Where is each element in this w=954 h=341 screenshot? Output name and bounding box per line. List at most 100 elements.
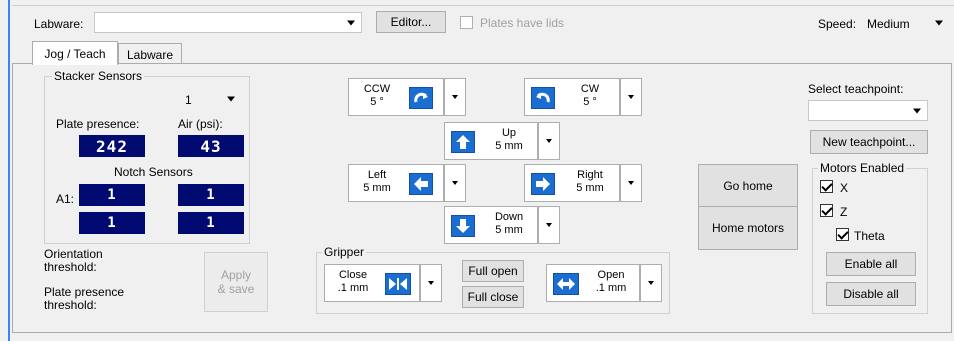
plates-have-lids-checkbox[interactable] <box>460 16 473 29</box>
chevron-down-icon <box>648 281 654 285</box>
ccw-button[interactable]: CCW 5 ° <box>348 78 444 116</box>
rotate-ccw-icon <box>409 87 433 109</box>
plate-presence-label: Plate presence: <box>56 117 140 131</box>
gripper-legend: Gripper <box>322 245 367 259</box>
a1-label: A1: <box>56 192 75 206</box>
cw-button[interactable]: CW 5 ° <box>524 78 620 116</box>
orientation-threshold-label: Orientation threshold: <box>44 247 103 274</box>
down-step: 5 mm <box>495 224 523 236</box>
motor-z-label: Z <box>840 205 848 219</box>
top-divider <box>12 5 954 6</box>
up-button[interactable]: Up 5 mm <box>444 122 538 160</box>
cw-step-dropdown[interactable] <box>620 78 642 116</box>
full-open-button[interactable]: Full open <box>462 260 524 282</box>
notch-sensors-label: Notch Sensors <box>114 165 193 179</box>
tab-jog-teach-label: Jog / Teach <box>44 46 106 61</box>
right-step-dropdown[interactable] <box>620 164 642 202</box>
cw-step: 5 ° <box>583 96 597 108</box>
ccw-label: CCW <box>363 83 391 95</box>
stacker-sensors-legend: Stacker Sensors <box>52 69 145 83</box>
rotate-cw-icon <box>531 87 555 109</box>
gripper-open-step: .1 mm <box>595 282 627 294</box>
check-icon <box>821 204 833 216</box>
ccw-step: 5 ° <box>370 96 384 108</box>
tab-jog-teach[interactable]: Jog / Teach <box>32 41 118 65</box>
stacker-select-value: 1 <box>185 93 192 107</box>
speed-select[interactable]: Medium <box>862 12 950 33</box>
up-step: 5 mm <box>495 140 523 152</box>
chevron-down-icon <box>546 139 552 143</box>
apply-save-button[interactable]: Apply & save <box>204 252 268 312</box>
right-step: 5 mm <box>576 182 604 194</box>
home-motors-button[interactable]: Home motors <box>698 206 798 250</box>
go-home-button[interactable]: Go home <box>698 164 798 208</box>
stacker-select[interactable]: 1 <box>178 88 242 109</box>
gripper-close-step-dropdown[interactable] <box>420 264 442 302</box>
chevron-down-icon <box>546 223 552 227</box>
cw-label: CW <box>580 83 600 95</box>
notch-sensor-display: 1 <box>79 212 145 234</box>
labware-label: Labware: <box>34 17 84 31</box>
gripper-close-button[interactable]: Close .1 mm <box>324 264 420 302</box>
gripper-close-step: .1 mm <box>337 282 369 294</box>
gripper-open-icon <box>553 273 579 295</box>
gripper-open-label: Open <box>597 269 625 281</box>
select-teachpoint-label: Select teachpoint: <box>808 82 904 96</box>
chevron-down-icon <box>227 96 235 101</box>
up-step-dropdown[interactable] <box>538 122 560 160</box>
notch-sensor-display: 1 <box>79 184 145 206</box>
gripper-close-icon <box>385 273 411 295</box>
tab-labware[interactable]: Labware <box>118 43 182 65</box>
motor-x-label: X <box>840 181 849 195</box>
teachpoint-select[interactable] <box>808 100 928 121</box>
chevron-down-icon <box>347 20 355 25</box>
left-step-dropdown[interactable] <box>444 164 466 202</box>
arrow-right-icon <box>531 173 555 195</box>
motors-enabled-legend: Motors Enabled <box>818 161 907 175</box>
motor-x-checkbox[interactable] <box>820 180 833 193</box>
arrow-down-icon <box>451 215 475 237</box>
up-label: Up <box>501 127 517 139</box>
gripper-open-button[interactable]: Open .1 mm <box>546 264 640 302</box>
air-psi-display: 43 <box>178 135 244 157</box>
full-close-button[interactable]: Full close <box>462 286 524 308</box>
window-edge-accent <box>8 0 10 341</box>
right-button[interactable]: Right 5 mm <box>524 164 620 202</box>
new-teachpoint-button[interactable]: New teachpoint... <box>810 130 928 154</box>
down-step-dropdown[interactable] <box>538 206 560 244</box>
editor-button[interactable]: Editor... <box>376 11 446 33</box>
tab-labware-label: Labware <box>126 47 174 62</box>
chevron-down-icon <box>452 95 458 99</box>
down-button[interactable]: Down 5 mm <box>444 206 538 244</box>
left-button[interactable]: Left 5 mm <box>348 164 444 202</box>
chevron-down-icon <box>452 181 458 185</box>
speed-label: Speed: <box>818 17 857 31</box>
enable-all-button[interactable]: Enable all <box>826 252 916 276</box>
notch-sensor-display: 1 <box>178 184 244 206</box>
check-icon <box>821 180 833 192</box>
labware-select[interactable] <box>94 12 362 33</box>
motor-z-checkbox[interactable] <box>820 204 833 217</box>
chevron-down-icon <box>428 281 434 285</box>
gripper-open-step-dropdown[interactable] <box>640 264 662 302</box>
plate-presence-display: 242 <box>79 135 145 157</box>
air-psi-label: Air (psi): <box>178 117 223 131</box>
motor-theta-label: Theta <box>854 229 885 243</box>
right-label: Right <box>577 169 603 181</box>
motor-theta-checkbox[interactable] <box>836 228 849 241</box>
check-icon <box>837 228 849 240</box>
disable-all-button[interactable]: Disable all <box>826 282 916 306</box>
chevron-down-icon <box>935 20 943 25</box>
ccw-step-dropdown[interactable] <box>444 78 466 116</box>
chevron-down-icon <box>628 181 634 185</box>
left-step: 5 mm <box>363 182 391 194</box>
arrow-left-icon <box>409 173 433 195</box>
chevron-down-icon <box>913 108 921 113</box>
plate-presence-threshold-label: Plate presence threshold: <box>44 285 125 312</box>
gripper-close-label: Close <box>338 269 368 281</box>
left-label: Left <box>367 169 387 181</box>
arrow-up-icon <box>451 131 475 153</box>
notch-sensor-display: 1 <box>178 212 244 234</box>
speed-select-value: Medium <box>867 17 910 31</box>
chevron-down-icon <box>628 95 634 99</box>
